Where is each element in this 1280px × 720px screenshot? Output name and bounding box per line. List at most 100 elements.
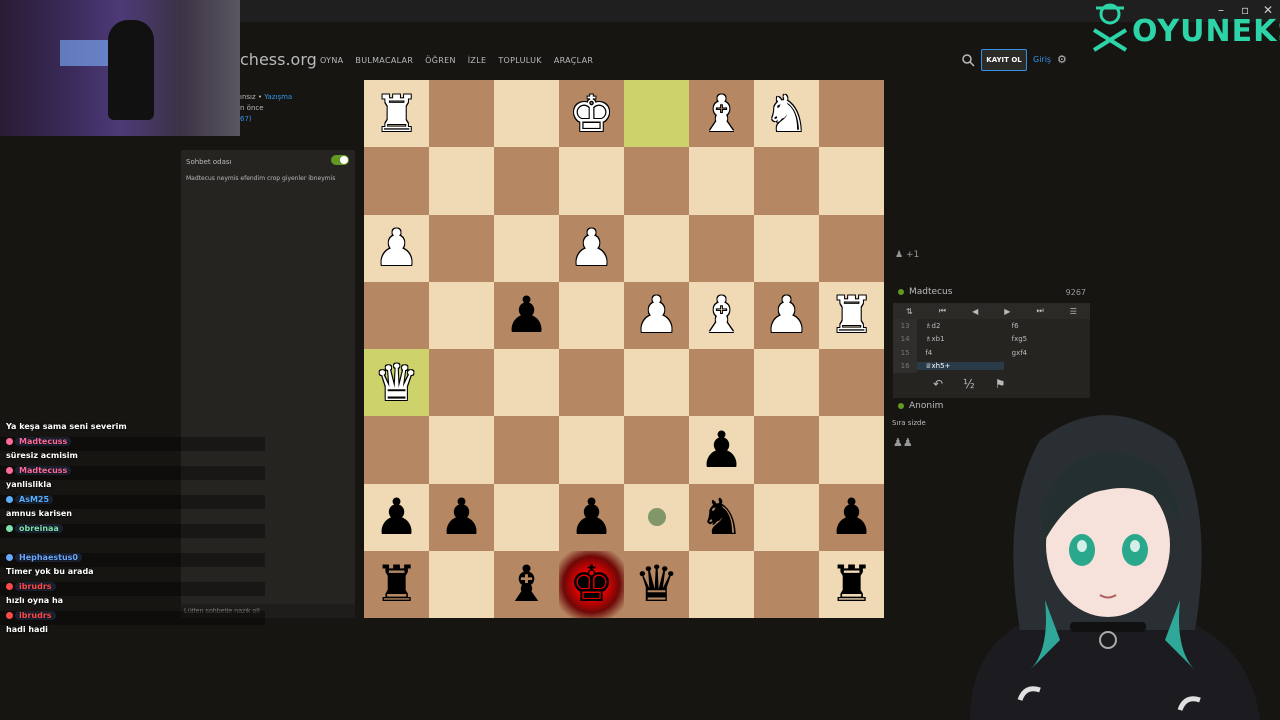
board-square[interactable] — [624, 483, 689, 551]
nav-tools[interactable]: ARAÇLAR — [554, 56, 593, 65]
board-square[interactable]: ♝ — [689, 80, 754, 148]
board-square[interactable]: ♟ — [689, 416, 754, 484]
board-square[interactable] — [559, 349, 624, 417]
board-square[interactable] — [364, 281, 429, 349]
board-square[interactable]: ♟ — [754, 281, 819, 349]
black-pawn-icon[interactable]: ♟ — [439, 492, 484, 542]
board-square[interactable] — [429, 550, 494, 618]
nav-watch[interactable]: İZLE — [468, 56, 487, 65]
board-square[interactable] — [364, 147, 429, 215]
board-square[interactable]: ♟ — [364, 214, 429, 282]
board-square[interactable]: ♜ — [364, 80, 429, 148]
black-king-icon[interactable]: ♚ — [569, 559, 614, 609]
board-square[interactable]: ♟ — [819, 483, 884, 551]
board-square[interactable]: ♟ — [364, 483, 429, 551]
board-square[interactable] — [754, 147, 819, 215]
white-move[interactable]: ♗d2 — [917, 322, 1003, 330]
board-square[interactable] — [429, 80, 494, 148]
board-square[interactable] — [494, 147, 559, 215]
board-square[interactable]: ♝ — [494, 550, 559, 618]
nav-play[interactable]: OYNA — [320, 56, 343, 65]
board-square[interactable] — [429, 416, 494, 484]
board-square[interactable] — [689, 349, 754, 417]
board-square[interactable] — [624, 416, 689, 484]
board-square[interactable] — [494, 80, 559, 148]
white-move[interactable]: ♗xb1 — [917, 335, 1003, 343]
board-square[interactable]: ♛ — [364, 349, 429, 417]
board-square[interactable] — [689, 214, 754, 282]
white-pawn-icon[interactable]: ♟ — [634, 290, 679, 340]
board-square[interactable]: ♜ — [819, 281, 884, 349]
board-square[interactable]: ♚ — [559, 80, 624, 148]
correspondence-link[interactable]: Yazışma — [264, 93, 292, 101]
board-square[interactable] — [819, 214, 884, 282]
white-queen-icon[interactable]: ♛ — [374, 358, 419, 408]
board-square[interactable] — [494, 483, 559, 551]
white-knight-icon[interactable]: ♞ — [764, 89, 809, 139]
signup-button[interactable]: KAYIT OL — [981, 49, 1027, 71]
board-square[interactable]: ♟ — [624, 281, 689, 349]
last-move-icon[interactable]: ⏭ — [1037, 306, 1044, 316]
board-square[interactable] — [429, 281, 494, 349]
takeback-icon[interactable]: ↶ — [933, 377, 943, 391]
white-pawn-icon[interactable]: ♟ — [764, 290, 809, 340]
white-move[interactable]: f4 — [917, 349, 1003, 357]
prev-move-icon[interactable]: ◀ — [972, 307, 978, 316]
nav-community[interactable]: TOPLULUK — [498, 56, 541, 65]
board-square[interactable] — [559, 147, 624, 215]
black-rook-icon[interactable]: ♜ — [829, 559, 874, 609]
board-square[interactable] — [494, 416, 559, 484]
black-pawn-icon[interactable]: ♟ — [504, 290, 549, 340]
white-move[interactable]: ♕xh5+ — [917, 362, 1004, 371]
board-square[interactable]: ♜ — [364, 550, 429, 618]
login-link[interactable]: Giriş — [1033, 55, 1051, 64]
flip-board-icon[interactable]: ⇅ — [906, 307, 913, 316]
white-bishop-icon[interactable]: ♝ — [699, 290, 744, 340]
black-queen-icon[interactable]: ♛ — [634, 559, 679, 609]
white-pawn-icon[interactable]: ♟ — [374, 223, 419, 273]
board-square[interactable] — [364, 416, 429, 484]
search-icon[interactable] — [961, 53, 975, 67]
board-square[interactable]: ♝ — [689, 281, 754, 349]
white-pawn-icon[interactable]: ♟ — [569, 223, 614, 273]
white-rook-icon[interactable]: ♜ — [829, 290, 874, 340]
board-square[interactable]: ♟ — [559, 214, 624, 282]
board-square[interactable]: ♛ — [624, 550, 689, 618]
offer-draw-button[interactable]: ½ — [963, 377, 975, 391]
board-square[interactable] — [689, 147, 754, 215]
first-move-icon[interactable]: ⏮ — [939, 306, 946, 316]
black-knight-icon[interactable]: ♞ — [699, 492, 744, 542]
resign-flag-icon[interactable]: ⚑ — [995, 377, 1006, 391]
board-square[interactable] — [754, 349, 819, 417]
black-pawn-icon[interactable]: ♟ — [374, 492, 419, 542]
board-square[interactable] — [754, 416, 819, 484]
black-move[interactable]: f6 — [1004, 322, 1090, 330]
board-square[interactable] — [819, 416, 884, 484]
board-square[interactable] — [624, 147, 689, 215]
board-square[interactable]: ♜ — [819, 550, 884, 618]
board-square[interactable] — [819, 349, 884, 417]
board-square[interactable] — [624, 80, 689, 148]
black-move[interactable]: fxg5 — [1004, 335, 1090, 343]
move-destination-dot[interactable] — [647, 508, 666, 527]
chat-toggle[interactable] — [331, 155, 349, 165]
board-square[interactable] — [559, 281, 624, 349]
board-square[interactable] — [689, 550, 754, 618]
board-square[interactable] — [494, 349, 559, 417]
white-king-icon[interactable]: ♚ — [569, 89, 614, 139]
gear-icon[interactable]: ⚙ — [1057, 53, 1067, 66]
black-bishop-icon[interactable]: ♝ — [504, 559, 549, 609]
player-top-name[interactable]: Madtecus — [909, 287, 952, 297]
board-square[interactable] — [819, 147, 884, 215]
nav-learn[interactable]: ÖĞREN — [425, 56, 456, 65]
board-square[interactable] — [429, 214, 494, 282]
chess-board[interactable]: ♜ ♚ ♝ ♞ ♟ ♟ ♟ ♟ ♝ ♟ ♜ ♛ ♟ ♟ ♟ ♟ ♞ ♟ ♜ ♝ ♚ ♛ ♜ — [364, 80, 884, 618]
black-pawn-icon[interactable]: ♟ — [569, 492, 614, 542]
board-square[interactable] — [429, 349, 494, 417]
site-logo[interactable]: chess.org — [240, 50, 317, 69]
board-square[interactable] — [624, 349, 689, 417]
board-square[interactable] — [754, 550, 819, 618]
white-rook-icon[interactable]: ♜ — [374, 89, 419, 139]
black-pawn-icon[interactable]: ♟ — [829, 492, 874, 542]
board-square[interactable] — [754, 483, 819, 551]
